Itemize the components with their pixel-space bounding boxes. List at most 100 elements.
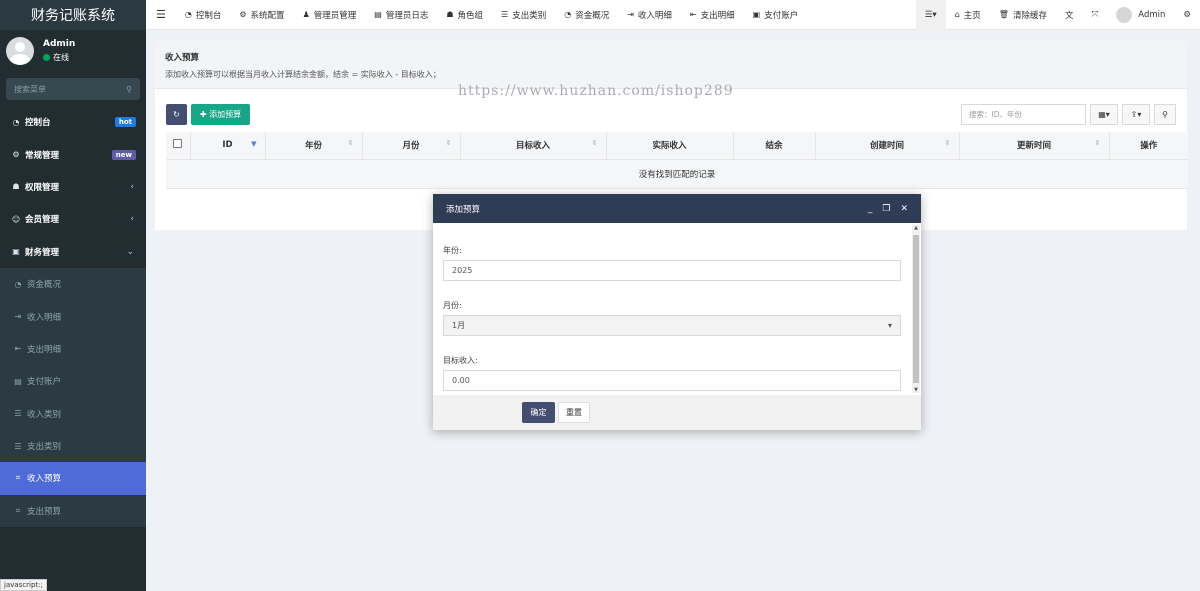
list-icon: ☰ [14,409,22,419]
menu-toggle-button[interactable]: ☰ [146,0,176,30]
search-icon: ⚲ [126,84,132,94]
hot-badge: hot [114,117,136,128]
confirm-button[interactable]: 确定 [522,402,555,423]
year-field[interactable]: 2025 [443,260,901,281]
sign-out-icon: ⇤ [14,344,22,354]
settings-button[interactable]: ⚙ [1174,0,1200,30]
user-menu[interactable]: Admin [1107,0,1174,30]
browser-status-text: javascript:; [0,579,47,591]
grid-icon: ▦▾ [1098,110,1110,119]
top-navbar: ☰ ◔ 控制台 ⚙ 系统配置 ♟ 管理员管理 ▤ 管理员日志 ☗ 角色组 ☰ 支出类别 ◔ 资… [146,0,1200,30]
export-button[interactable]: ⇪▾ [1122,104,1150,125]
col-month[interactable]: 月份 ⇕ [362,132,461,160]
sidebar-item-expense-category[interactable]: ☰ 支出类别 [0,430,146,462]
app-logo[interactable]: 财务记账系统 [0,0,146,30]
nav-admin-manage[interactable]: ♟ 管理员管理 [294,0,366,30]
online-dot-icon [43,54,50,61]
columns-toggle-button[interactable]: ▦▾ [1090,104,1118,125]
sign-in-icon: ⇥ [627,10,634,19]
translate-button[interactable]: 文 [1056,0,1083,30]
sidebar-item-finance[interactable]: ▣ 财务管理 ⌄ [0,236,146,268]
scroll-up-icon[interactable]: ▲ [912,225,920,231]
nav-clear-cache[interactable]: 🗑 清除缓存 [990,0,1056,30]
nav-admin-log[interactable]: ▤ 管理员日志 [365,0,437,30]
nav-expense-category[interactable]: ☰ 支出类别 [492,0,555,30]
sort-icon: ⇕ [591,139,598,148]
nav-expense-detail[interactable]: ⇤ 支出明细 [681,0,744,30]
minimize-icon[interactable]: _ [868,204,873,214]
dialog-scrollbar[interactable]: ▲ ▼ [912,225,920,393]
checkbox[interactable] [173,139,183,149]
col-updated-time[interactable]: 更新时间 ⇕ [959,132,1110,160]
cogs-icon: ⚙ [1183,9,1191,20]
fullscreen-button[interactable]: ⤧ [1082,0,1107,30]
scrollbar-thumb[interactable] [913,235,919,383]
sidebar-item-expense-budget[interactable]: ⌗ 支出预算 [0,495,146,527]
sidebar-item-payment-account[interactable]: ▤ 支付账户 [0,365,146,397]
col-year[interactable]: 年份 ⇕ [265,132,363,160]
nav-home[interactable]: ⌂ 主页 [946,0,990,30]
search-icon: ⚲ [1162,110,1168,119]
caret-down-icon: ▾ [887,321,892,330]
home-icon: ⌂ [954,10,960,19]
target-income-field[interactable]: 0.00 [443,370,901,391]
sidebar-item-dashboard[interactable]: ◔ 控制台 hot [0,106,146,138]
sign-in-icon: ⇥ [14,312,22,322]
sidebar-item-income-detail[interactable]: ⇥ 收入明细 [0,300,146,332]
col-target-income[interactable]: 目标收入 ⇕ [460,132,607,160]
nav-fund-overview[interactable]: ◔ 资金概况 [555,0,618,30]
watermark: https://www.huzhan.com/ishop289 [458,83,734,99]
list-icon: ☰ [14,441,22,451]
money-icon: ▣ [12,247,20,257]
add-budget-dialog: 添加预算 _ ❐ ✕ 年份: 2025 月份: 1月 ▾ 目标收入: 0.00 … [433,194,921,430]
sidebar-item-permissions[interactable]: ☗ 权限管理 ‹ [0,171,146,203]
nav-dashboard[interactable]: ◔ 控制台 [176,0,231,30]
nav-system-config[interactable]: ⚙ 系统配置 [230,0,293,30]
add-budget-button[interactable]: ✚ 添加预算 [191,104,250,125]
reset-button[interactable]: 重置 [558,402,590,423]
refresh-button[interactable]: ↻ [166,104,187,125]
sort-icon: ⇕ [347,139,354,148]
nav-role-group[interactable]: ☗ 角色组 [437,0,492,30]
nav-income-detail[interactable]: ⇥ 收入明细 [618,0,681,30]
hamburger-icon: ☰ [156,8,166,21]
col-actual-income: 实际收入 [606,132,734,160]
empty-message: 没有找到匹配的记录 [166,159,1188,189]
nav-payment-account[interactable]: ▣ 支付账户 [744,0,808,30]
sidebar-item-members[interactable]: ☺ 会员管理 ‹ [0,203,146,235]
scroll-down-icon[interactable]: ▼ [912,387,920,393]
col-created-time[interactable]: 创建时间 ⇕ [815,132,960,160]
dialog-header[interactable]: 添加预算 _ ❐ ✕ [433,194,921,223]
restore-icon[interactable]: ❐ [882,204,890,214]
sidebar-item-general[interactable]: ⚙ 常规管理 new [0,138,146,170]
sidebar-item-income-category[interactable]: ☰ 收入类别 [0,398,146,430]
user-icon: ♟ [302,10,310,19]
target-income-label: 目标收入: [443,356,478,365]
sort-icon: ⇕ [944,139,951,148]
sort-icon: ⇕ [445,139,452,148]
budget-table: ID ▼ 年份 ⇕ 月份 ⇕ 目标收入 ⇕ 实际收入 结余 创建时间 ⇕ 更新时间 ⇕ 操作… [166,132,1188,189]
sidebar-item-expense-detail[interactable]: ⇤ 支出明细 [0,333,146,365]
plus-icon: ✚ [199,110,207,119]
year-label: 年份: [443,246,462,255]
list-alt-icon: ▤ [374,10,382,19]
expand-icon: ⤧ [1091,9,1099,20]
sidebar-item-fund-overview[interactable]: ◔ 资金概况 [0,268,146,300]
search-button[interactable]: ⚲ [1154,104,1176,125]
col-id[interactable]: ID ▼ [190,132,266,160]
select-all-checkbox[interactable] [166,132,191,160]
sidebar-item-income-budget[interactable]: ⌗ 收入预算 [0,462,146,495]
month-select[interactable]: 1月 ▾ [443,315,901,336]
dialog-title: 添加预算 [446,204,481,215]
more-menu-dropdown[interactable]: ☰▾ [915,0,946,30]
close-icon[interactable]: ✕ [900,204,908,214]
sign-out-icon: ⇤ [689,10,697,19]
menu-search-input[interactable]: 搜索菜单 ⚲ [6,78,140,100]
account-icon: ▣ [752,10,761,19]
page-title: 收入预算 [165,53,200,63]
col-balance: 结余 [733,132,816,160]
new-badge: new [111,149,136,160]
list-icon: ☰ [501,10,509,19]
table-search-input[interactable]: 搜索：ID、年份 [961,104,1086,125]
sort-desc-icon: ▼ [251,140,257,149]
